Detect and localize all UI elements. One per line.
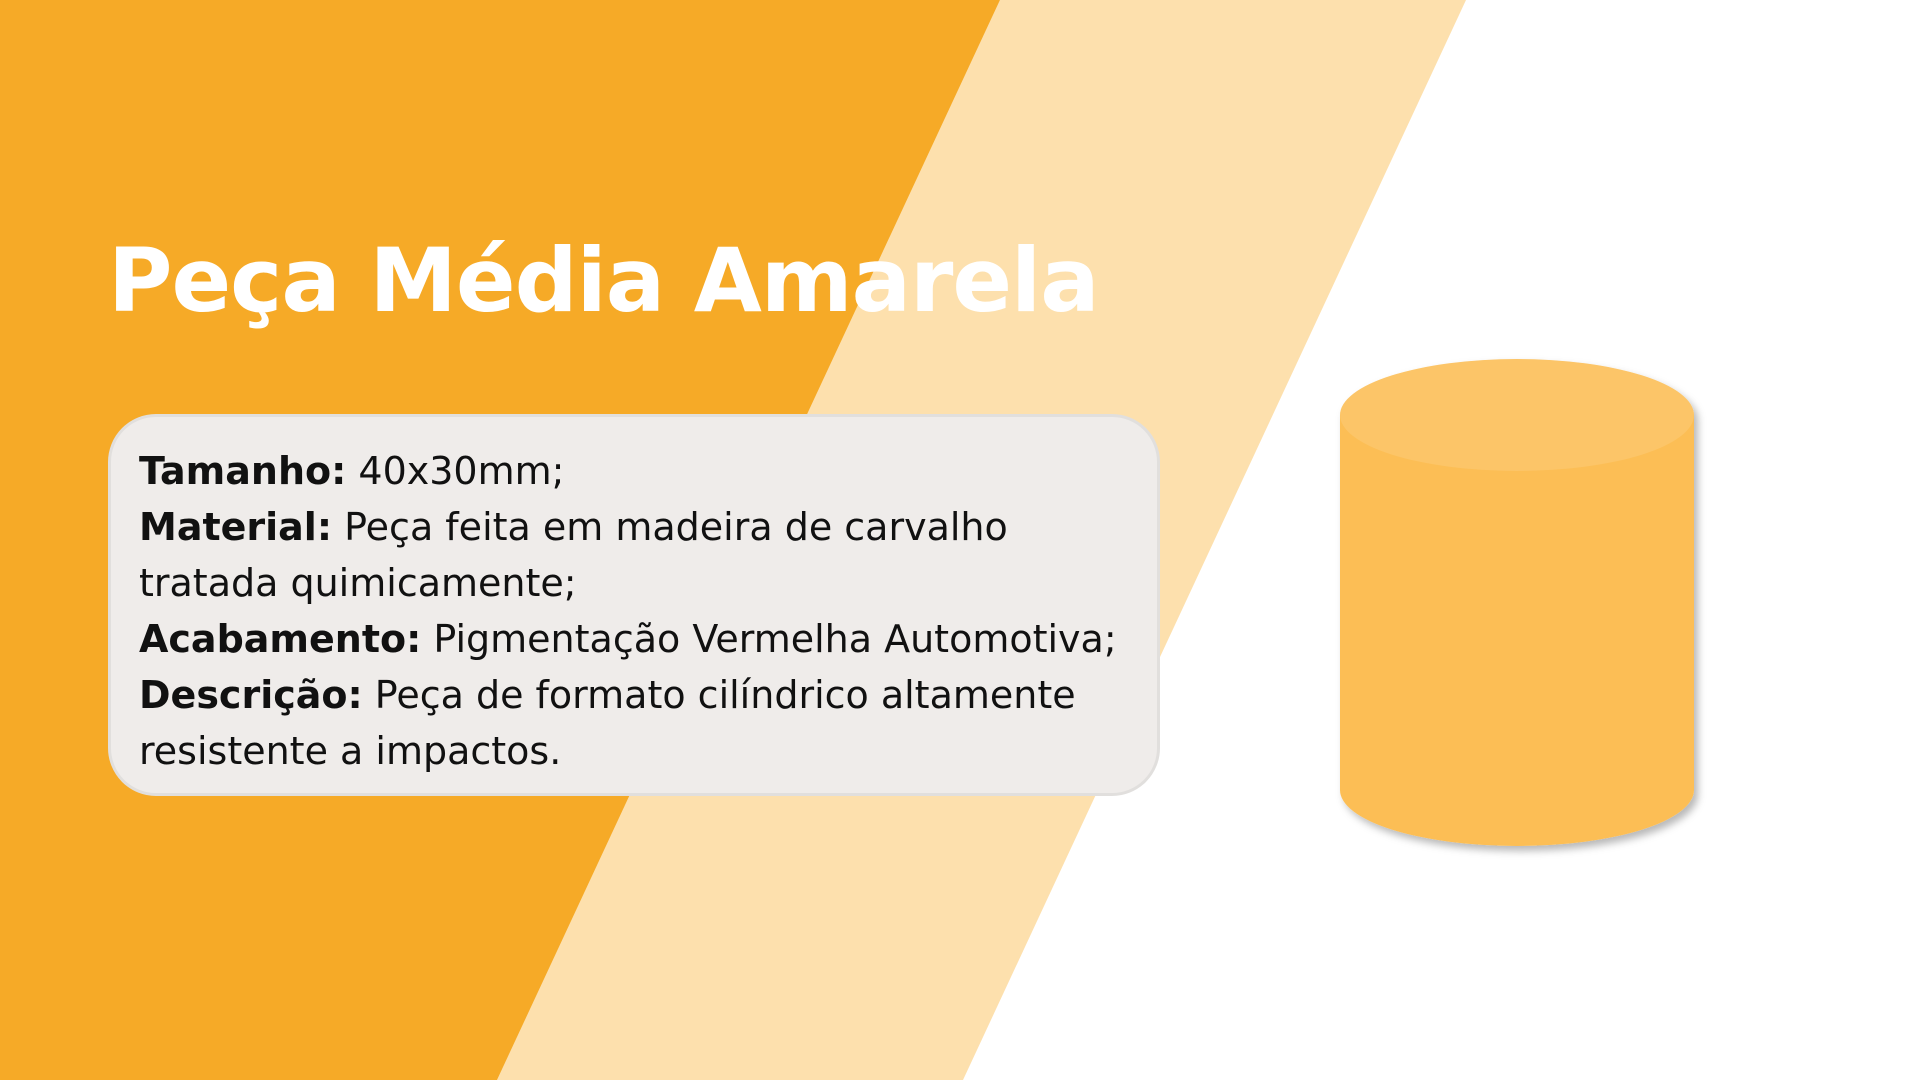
cylinder-icon [1340,359,1694,846]
detail-finish: Acabamento: Pigmentação Vermelha Automot… [139,611,1129,667]
detail-label: Material: [139,505,333,549]
info-card: Tamanho: 40x30mm; Material: Peça feita e… [108,414,1160,796]
detail-value: Pigmentação Vermelha Automotiva; [421,617,1117,661]
detail-size: Tamanho: 40x30mm; [139,443,1129,499]
slide: Peça Média Amarela Tamanho: 40x30mm; Mat… [0,0,1920,1080]
detail-label: Descrição: [139,673,363,717]
detail-label: Tamanho: [139,449,347,493]
detail-label: Acabamento: [139,617,422,661]
cylinder-top [1340,359,1694,471]
page-title: Peça Média Amarela [108,229,1100,332]
detail-value: 40x30mm; [346,449,565,493]
detail-material: Material: Peça feita em madeira de carva… [139,499,1129,611]
cylinder-body [1340,415,1694,846]
detail-description: Descrição: Peça de formato cilíndrico al… [139,667,1129,779]
